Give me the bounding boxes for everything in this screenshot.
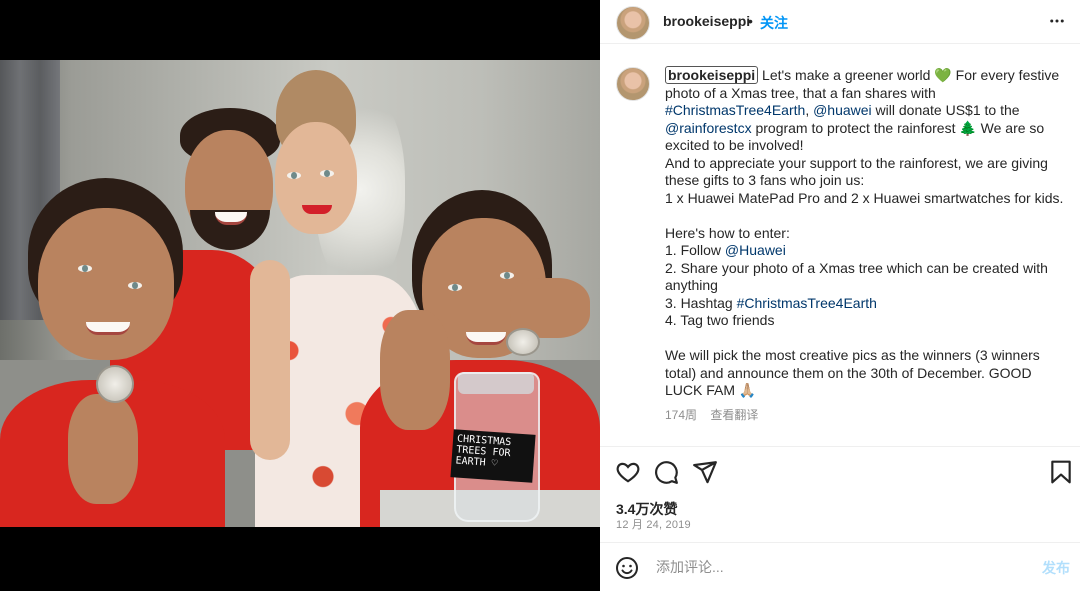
header-separator: • [748,13,753,29]
caption-text: 1. Follow [665,242,725,258]
pray-emoji: 🙏🏼 [738,382,757,398]
paper-plane-icon[interactable] [692,459,718,485]
avatar[interactable] [616,6,650,40]
translate-link[interactable]: 查看翻译 [710,408,758,422]
heart-icon[interactable] [615,459,641,485]
post-photo[interactable]: CHRISTMAS TREES FOR EARTH ♡ [0,60,600,527]
caption-avatar[interactable] [616,67,650,101]
jar-label: CHRISTMAS TREES FOR EARTH ♡ [450,429,536,483]
post-date: 12 月 24, 2019 [616,519,691,531]
caption-text: , [805,102,814,118]
mention-link[interactable]: @Huawei [725,242,786,258]
comment-bubble-icon[interactable] [653,459,679,485]
post-media: CHRISTMAS TREES FOR EARTH ♡ [0,0,600,591]
follow-button[interactable]: 关注 [760,13,788,33]
post-caption: brookeiseppi Let's make a greener world … [665,66,1065,400]
hashtag-link[interactable]: #ChristmasTree4Earth [665,102,805,118]
caption-paragraph: 4. Tag two friends [665,312,775,328]
comment-bar: 发布 [600,542,1080,592]
tree-emoji: 🌲 [959,119,977,136]
caption-paragraph: Here's how to enter: [665,224,790,241]
comment-input[interactable] [654,558,1018,576]
mention-link[interactable]: @huawei [813,102,872,118]
caption-username[interactable]: brookeiseppi [665,66,759,84]
caption-paragraph: 2. Share your photo of a Xmas tree which… [665,259,1048,294]
caption-text: Let's make a greener world [758,67,935,83]
post-comment-button[interactable]: 发布 [1042,558,1070,578]
caption-paragraph: 1 x Huawei MatePad Pro and 2 x Huawei sm… [665,189,1064,206]
caption-text: 3. Hashtag [665,294,737,311]
more-options-icon[interactable] [1048,12,1066,30]
header-username[interactable]: brookeiseppi [663,13,750,29]
post-side-panel: brookeiseppi • 关注 brookeiseppi Let's mak… [600,0,1080,591]
caption-paragraph: And to appreciate your support to the ra… [665,154,1048,189]
caption-meta: 174周 查看翻译 [665,406,768,423]
green-heart-emoji: 💚 [934,67,952,83]
bookmark-icon[interactable] [1048,459,1074,485]
caption-paragraph: We will pick the most creative pics as t… [665,347,1040,398]
time-ago[interactable]: 174周 [665,408,697,422]
post-header: brookeiseppi • 关注 [600,0,1080,44]
caption-text: program to protect the rainforest [751,119,960,136]
mention-link[interactable]: @rainforestcx [665,120,752,136]
hashtag-link[interactable]: #ChristmasTree4Earth [737,295,877,311]
smiley-icon[interactable] [615,556,639,580]
action-bar [600,446,1080,497]
caption-text: will donate US$1 to the [871,102,1020,118]
